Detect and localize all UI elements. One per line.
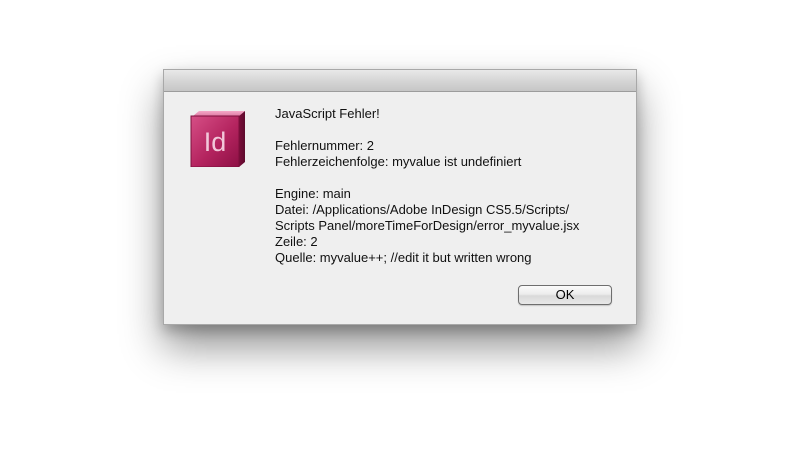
screen: Id JavaScript Fehler! Fehlernummer: 2 Fe… [0,0,800,450]
ok-button[interactable]: OK [518,285,612,305]
error-message: JavaScript Fehler! Fehlernummer: 2 Fehle… [275,106,625,266]
line-number: Zeile: 2 [275,234,318,249]
file-path-line-2: Scripts Panel/moreTimeForDesign/error_my… [275,218,580,233]
indesign-app-icon: Id [190,111,245,167]
file-path-line-1: Datei: /Applications/Adobe InDesign CS5.… [275,202,570,217]
engine-line: Engine: main [275,186,351,201]
dialog-titlebar[interactable] [164,70,636,92]
error-heading: JavaScript Fehler! [275,106,380,121]
error-number: Fehlernummer: 2 [275,138,374,153]
app-icon-letters: Id [204,127,227,157]
error-string: Fehlerzeichenfolge: myvalue ist undefini… [275,154,522,169]
error-dialog: Id JavaScript Fehler! Fehlernummer: 2 Fe… [163,69,637,325]
source-line: Quelle: myvalue++; //edit it but written… [275,250,532,265]
